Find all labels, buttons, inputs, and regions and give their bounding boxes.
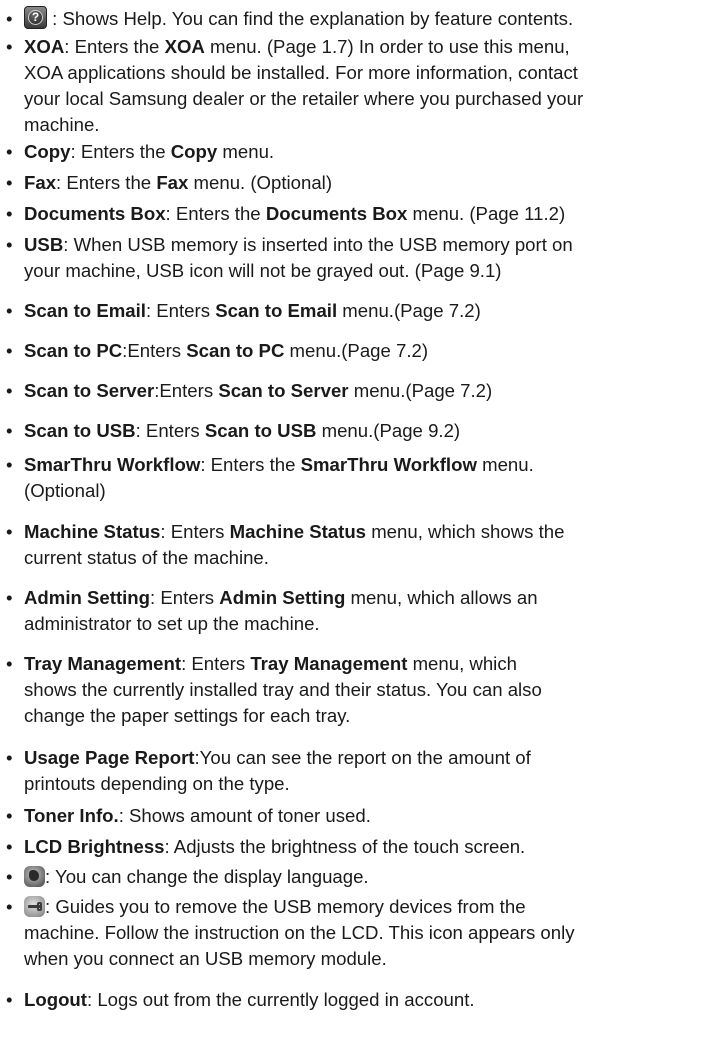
term: Usage Page Report [24,747,195,768]
list-item-usb-remove: • : Guides you to remove the USB memory … [6,896,575,969]
list-item-scan-to-server: • Scan to Server:Enters Scan to Server m… [0,378,722,404]
bullet: • [6,587,13,608]
help-icon [24,6,47,29]
term: SmarThru Workflow [24,454,201,475]
term: Admin Setting [24,587,151,608]
list-item-copy: • Copy: Enters the Copy menu. [0,139,722,165]
list-item-toner-info: • Toner Info.: Shows amount of toner use… [0,803,722,829]
term: Toner Info. [24,805,119,826]
bullet: • [6,172,13,193]
bullet: • [6,454,13,475]
list-item-lcd-brightness: • LCD Brightness: Adjusts the brightness… [0,834,722,860]
bullet: • [6,521,13,542]
term: Machine Status [24,521,161,542]
term: Copy [24,141,71,162]
list-item-help: • : Shows Help. You can find the explana… [0,6,722,32]
list-item-xoa: • XOA: Enters the XOA menu. (Page 1.7) I… [6,36,584,135]
list-item-smarthru-workflow: • SmarThru Workflow: Enters the SmarThru… [6,454,534,501]
term: LCD Brightness [24,836,165,857]
term: USB [24,234,64,255]
bullet: • [6,653,13,674]
bullet: • [6,300,13,321]
list-item-tray-management: • Tray Management: Enters Tray Managemen… [6,653,542,726]
term: Scan to Server [24,380,155,401]
list-item-scan-to-usb: • Scan to USB: Enters Scan to USB menu.(… [0,418,722,444]
bullet: • [6,896,13,917]
bullet: • [6,989,13,1010]
term: XOA [24,36,65,57]
bullet: • [6,36,13,57]
list-item-usb: • USB: When USB memory is inserted into … [6,234,573,281]
list-item-scan-to-pc: • Scan to PC:Enters Scan to PC menu.(Pag… [0,338,722,364]
bullet: • [6,380,13,401]
bullet: • [6,420,13,441]
bullet: • [6,836,13,857]
list-item-admin-setting: • Admin Setting: Enters Admin Setting me… [6,587,538,634]
term: Fax [24,172,57,193]
list-item-documents-box: • Documents Box: Enters the Documents Bo… [0,201,722,227]
term: Logout [24,989,87,1010]
list-item-usage-page-report: • Usage Page Report:You can see the repo… [6,747,531,794]
bullet: • [6,141,13,162]
bullet: • [6,805,13,826]
list-item-language: • : You can change the display language. [0,864,722,890]
term: Documents Box [24,203,166,224]
language-globe-icon [24,866,45,887]
bullet: • [6,234,13,255]
bullet: • [6,747,13,768]
bullet: • [6,8,13,29]
usb-remove-icon [24,896,45,917]
list-item-scan-to-email: • Scan to Email: Enters Scan to Email me… [0,298,722,324]
list-item-logout: • Logout: Logs out from the currently lo… [0,987,722,1013]
bullet: • [6,340,13,361]
term: Scan to PC [24,340,123,361]
term: Scan to Email [24,300,146,321]
bullet: • [6,866,13,887]
term: Tray Management [24,653,182,674]
document-page: • : Shows Help. You can find the explana… [0,0,722,1048]
bullet: • [6,203,13,224]
list-item-fax: • Fax: Enters the Fax menu. (Optional) [0,170,722,196]
term: Scan to USB [24,420,136,441]
list-item-machine-status: • Machine Status: Enters Machine Status … [6,521,565,568]
